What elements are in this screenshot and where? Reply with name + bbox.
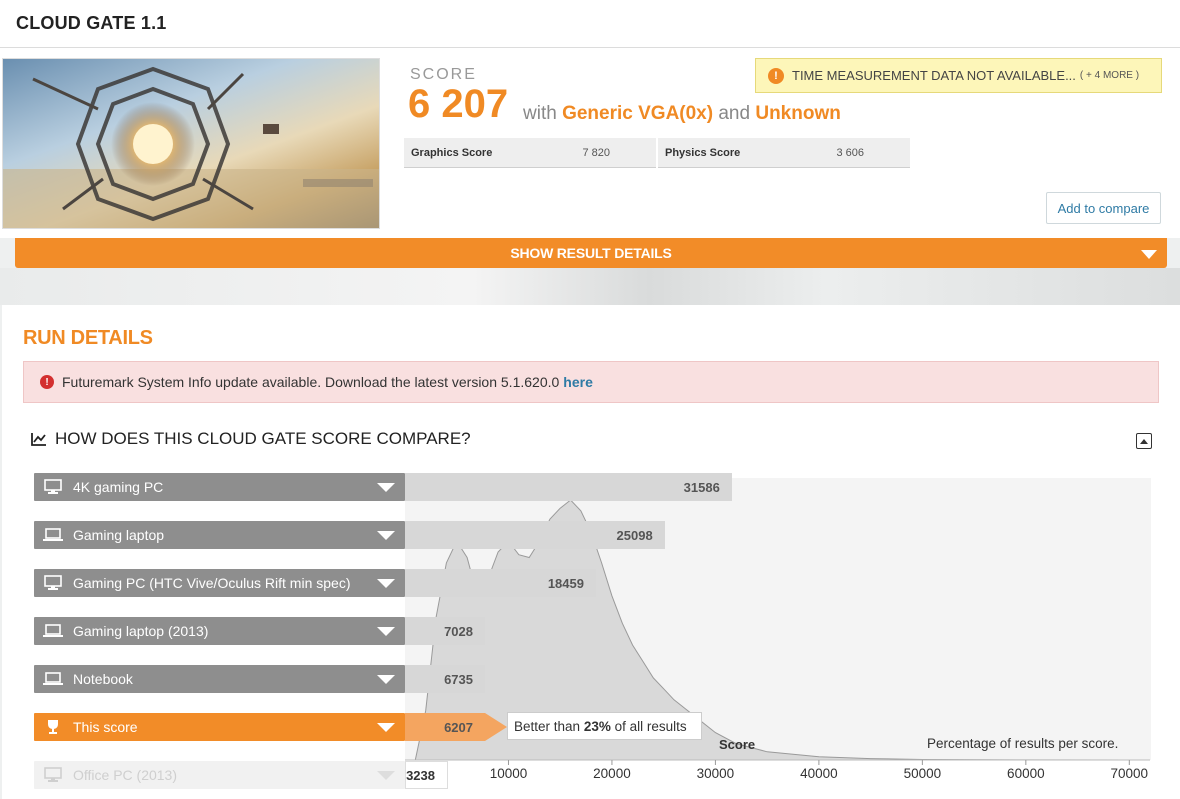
title-bar: CLOUD GATE 1.1 — [0, 0, 1180, 48]
alert-text: Futuremark System Info update available.… — [62, 374, 560, 390]
score-value: 6 207 — [408, 82, 509, 126]
compare-row-value: 31586 — [405, 473, 732, 501]
desktop-icon — [44, 767, 62, 782]
alert-download-link[interactable]: here — [563, 374, 593, 390]
this-score-pointer — [485, 713, 507, 741]
better-suffix: of all results — [614, 718, 687, 734]
chevron-down-icon — [377, 627, 395, 636]
compare-row-label: Gaming laptop — [73, 527, 165, 543]
warning-text: TIME MEASUREMENT DATA NOT AVAILABLE... — [792, 68, 1076, 83]
chevron-down-icon — [377, 723, 395, 732]
compare-row-selector[interactable]: This score — [34, 713, 405, 741]
and-text: and — [718, 103, 751, 124]
desktop-icon — [44, 479, 62, 494]
with-text: with — [523, 103, 557, 124]
compare-row-label: Gaming PC (HTC Vive/Oculus Rift min spec… — [73, 575, 351, 591]
compare-row-selector[interactable]: Gaming laptop — [34, 521, 405, 549]
chevron-down-icon — [377, 675, 395, 684]
better-than-box: Better than 23% of all results — [507, 712, 702, 740]
x-tick-label: 30000 — [696, 766, 735, 781]
chevron-down-icon — [377, 531, 395, 540]
physics-score: Physics Score 3 606 — [658, 138, 910, 168]
show-result-details-button[interactable]: SHOW RESULT DETAILS — [15, 238, 1167, 268]
cpu-link[interactable]: Unknown — [755, 103, 841, 124]
chevron-down-icon — [377, 483, 395, 492]
compare-row-label: Notebook — [73, 671, 133, 687]
benchmark-thumbnail — [2, 58, 380, 229]
physics-score-label: Physics Score — [665, 146, 741, 159]
compare-row-label: Gaming laptop (2013) — [73, 623, 209, 639]
sub-scores: Graphics Score 7 820 Physics Score 3 606 — [404, 138, 910, 168]
chevron-up-icon — [1140, 438, 1148, 444]
compare-row-label: Office PC (2013) — [73, 767, 178, 783]
score-hardware: with Generic VGA(0x) and Unknown — [523, 103, 841, 125]
compare-row-value: 6207 — [405, 713, 485, 741]
compare-row-value: 3238 — [405, 761, 448, 789]
compare-row-selector[interactable]: Gaming laptop (2013) — [34, 617, 405, 645]
compare-row-label: This score — [73, 719, 138, 735]
chevron-down-icon — [377, 579, 395, 588]
graphics-score-value: 7 820 — [582, 146, 610, 159]
physics-score-value: 3 606 — [836, 146, 864, 159]
x-tick-label: 10000 — [489, 766, 528, 781]
x-axis-title: Score — [719, 737, 756, 752]
line-chart-icon — [31, 433, 46, 446]
gpu-link[interactable]: Generic VGA(0x) — [562, 103, 713, 124]
result-card: SCORE 6 207 with Generic VGA(0x) and Unk… — [0, 48, 1180, 238]
chart-note: Percentage of results per score. — [927, 736, 1119, 751]
graphics-score: Graphics Score 7 820 — [404, 138, 656, 168]
compare-row-value: 25098 — [405, 521, 665, 549]
show-result-details-label: SHOW RESULT DETAILS — [510, 245, 672, 261]
sysinfo-alert: ! Futuremark System Info update availabl… — [23, 361, 1159, 403]
chevron-down-icon — [377, 771, 395, 780]
background-strip — [0, 268, 1180, 305]
laptop-icon — [43, 528, 63, 541]
page-title: CLOUD GATE 1.1 — [16, 13, 167, 33]
better-percent: 23% — [583, 718, 611, 734]
desktop-icon — [44, 575, 62, 590]
chevron-down-icon — [1141, 250, 1157, 259]
laptop-icon — [43, 624, 63, 637]
warning-icon: ! — [768, 67, 784, 84]
compare-row-value: 18459 — [405, 569, 596, 597]
compare-heading-text: HOW DOES THIS CLOUD GATE SCORE COMPARE? — [55, 429, 471, 448]
compare-row-selector[interactable]: Notebook — [34, 665, 405, 693]
compare-heading: HOW DOES THIS CLOUD GATE SCORE COMPARE? — [31, 429, 471, 449]
compare-row-value: 6735 — [405, 665, 485, 693]
better-prefix: Better than — [514, 718, 581, 734]
compare-row-selector[interactable]: 4K gaming PC — [34, 473, 405, 501]
x-tick-label: 20000 — [593, 766, 631, 781]
x-tick-label: 50000 — [903, 766, 942, 781]
run-details-title: RUN DETAILS — [23, 327, 153, 349]
add-to-compare-button[interactable]: Add to compare — [1046, 192, 1161, 224]
compare-row-value: 7028 — [405, 617, 485, 645]
warning-more[interactable]: ( + 4 MORE ) — [1080, 70, 1139, 81]
x-tick-label: 40000 — [800, 766, 838, 781]
x-tick-label: 60000 — [1007, 766, 1045, 781]
compare-row-selector[interactable]: Office PC (2013) — [34, 761, 405, 789]
trophy-icon — [48, 720, 58, 734]
compare-row-label: 4K gaming PC — [73, 479, 164, 495]
compare-row-selector[interactable]: Gaming PC (HTC Vive/Oculus Rift min spec… — [34, 569, 405, 597]
warning-banner[interactable]: ! TIME MEASUREMENT DATA NOT AVAILABLE...… — [755, 58, 1162, 93]
alert-icon: ! — [40, 375, 54, 389]
x-tick-label: 70000 — [1110, 766, 1149, 781]
graphics-score-label: Graphics Score — [411, 146, 493, 159]
collapse-button[interactable] — [1136, 433, 1152, 449]
laptop-icon — [43, 672, 63, 685]
